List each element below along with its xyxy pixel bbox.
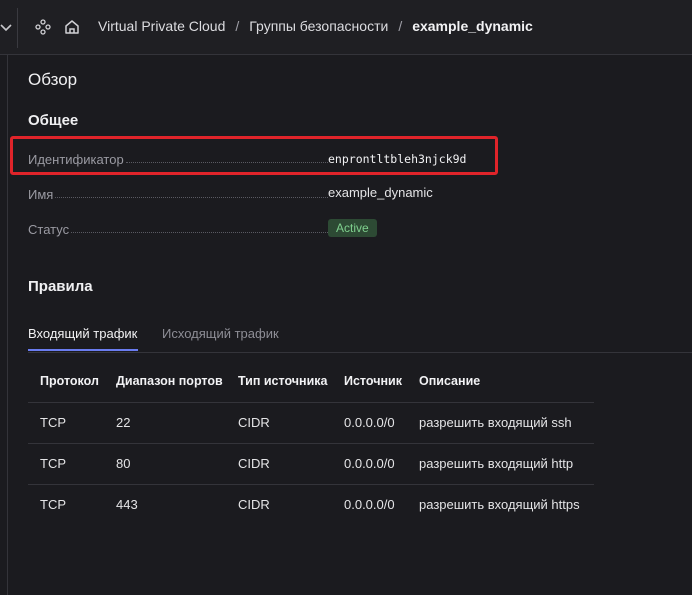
property-value-name: example_dynamic bbox=[328, 185, 433, 200]
network-nodes-icon[interactable] bbox=[35, 19, 51, 35]
dotted-leader bbox=[125, 161, 328, 163]
home-icon[interactable] bbox=[63, 18, 81, 36]
property-row-name: Имя bbox=[28, 184, 328, 202]
dotted-leader bbox=[55, 196, 328, 198]
column-header-port-range: Диапазон портов bbox=[116, 374, 223, 388]
section-title-general: Общее bbox=[28, 112, 79, 129]
section-title-rules: Правила bbox=[28, 278, 93, 295]
cell-description: разрешить входящий http bbox=[419, 456, 574, 471]
breadcrumb-separator: / bbox=[235, 18, 240, 34]
cell-source-type: CIDR bbox=[238, 456, 270, 471]
breadcrumb: Virtual Private Cloud / Группы безопасно… bbox=[98, 18, 533, 34]
table-row[interactable]: TCP 80 CIDR 0.0.0.0/0 разрешить входящий… bbox=[28, 443, 594, 484]
cell-source-type: CIDR bbox=[238, 415, 270, 430]
breadcrumb-link-vpc[interactable]: Virtual Private Cloud bbox=[98, 18, 225, 34]
divider bbox=[17, 8, 18, 48]
cell-source: 0.0.0.0/0 bbox=[344, 497, 395, 512]
traffic-tabs: Входящий трафик Исходящий трафик bbox=[28, 316, 692, 353]
chevron-down-icon[interactable] bbox=[0, 20, 12, 34]
property-label: Статус bbox=[28, 222, 70, 237]
cell-protocol: TCP bbox=[40, 456, 66, 471]
cell-protocol: TCP bbox=[40, 497, 66, 512]
cell-port-range: 443 bbox=[116, 497, 138, 512]
dotted-leader bbox=[71, 231, 328, 233]
tab-ingress[interactable]: Входящий трафик bbox=[28, 326, 137, 341]
cell-port-range: 22 bbox=[116, 415, 131, 430]
breadcrumb-current: example_dynamic bbox=[412, 18, 533, 34]
breadcrumb-separator: / bbox=[398, 18, 403, 34]
cell-source: 0.0.0.0/0 bbox=[344, 415, 395, 430]
property-label: Имя bbox=[28, 187, 54, 202]
cell-protocol: TCP bbox=[40, 415, 66, 430]
page-title: Обзор bbox=[28, 70, 78, 89]
cell-source-type: CIDR bbox=[238, 497, 270, 512]
column-header-protocol: Протокол bbox=[40, 374, 99, 388]
column-header-source-type: Тип источника bbox=[238, 374, 328, 388]
rules-table: Протокол Диапазон портов Тип источника И… bbox=[28, 362, 594, 525]
column-header-description: Описание bbox=[419, 374, 481, 388]
table-row[interactable]: TCP 443 CIDR 0.0.0.0/0 разрешить входящи… bbox=[28, 484, 594, 525]
table-header: Протокол Диапазон портов Тип источника И… bbox=[28, 362, 594, 402]
status-badge: Active bbox=[328, 219, 377, 237]
cell-description: разрешить входящий ssh bbox=[419, 415, 572, 430]
active-tab-indicator bbox=[28, 349, 138, 351]
column-header-source: Источник bbox=[344, 374, 402, 388]
tab-egress[interactable]: Исходящий трафик bbox=[162, 326, 279, 341]
cell-port-range: 80 bbox=[116, 456, 131, 471]
property-value-id[interactable]: enprontltbleh3njck9d bbox=[328, 152, 466, 166]
property-row-id: Идентификатор bbox=[28, 149, 328, 167]
property-label: Идентификатор bbox=[28, 152, 124, 167]
cell-description: разрешить входящий https bbox=[419, 497, 580, 512]
table-row[interactable]: TCP 22 CIDR 0.0.0.0/0 разрешить входящий… bbox=[28, 402, 594, 443]
property-row-status: Статус bbox=[28, 219, 328, 237]
breadcrumb-link-security-groups[interactable]: Группы безопасности bbox=[249, 18, 388, 34]
cell-source: 0.0.0.0/0 bbox=[344, 456, 395, 471]
top-bar: Virtual Private Cloud / Группы безопасно… bbox=[0, 0, 692, 55]
sidebar-border bbox=[7, 55, 8, 595]
